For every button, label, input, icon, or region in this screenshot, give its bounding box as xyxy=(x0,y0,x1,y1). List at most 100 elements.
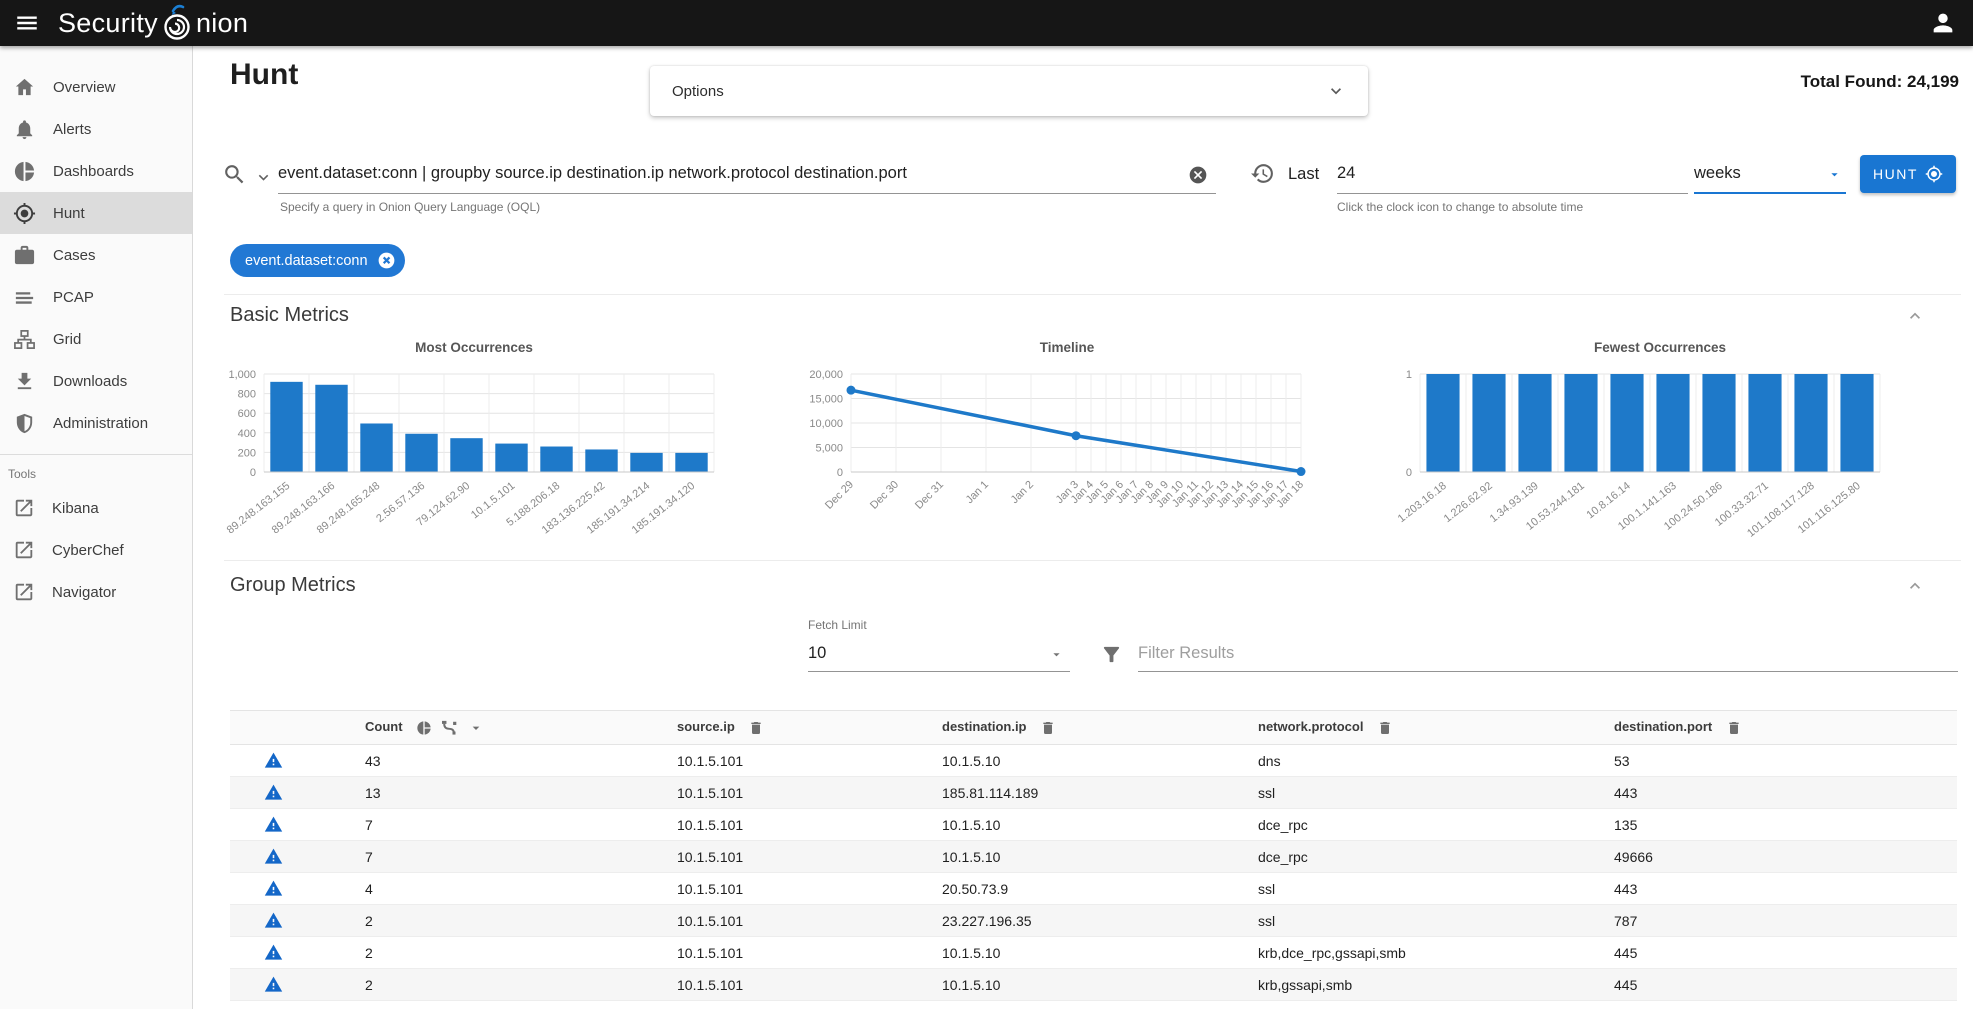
query-input[interactable] xyxy=(278,154,1216,194)
fetch-limit-select[interactable]: 10 xyxy=(808,636,1070,672)
sidebar-item-dashboards[interactable]: Dashboards xyxy=(0,150,192,192)
external-link-icon xyxy=(13,539,35,561)
time-helper-text: Click the clock icon to change to absolu… xyxy=(1337,200,1583,214)
chart-title: Fewest Occurrences xyxy=(1380,340,1940,360)
svg-text:1: 1 xyxy=(1406,369,1412,381)
chart-options-caret-icon[interactable] xyxy=(468,720,484,736)
svg-text:5,000: 5,000 xyxy=(815,443,843,455)
collapse-basic-icon[interactable] xyxy=(1905,306,1925,326)
section-divider xyxy=(224,560,1961,561)
options-panel[interactable]: Options xyxy=(650,66,1368,116)
download-icon xyxy=(13,370,36,393)
svg-text:Jan 2: Jan 2 xyxy=(1009,479,1037,507)
sidebar-item-administration[interactable]: Administration xyxy=(0,402,192,444)
sidebar-item-overview[interactable]: Overview xyxy=(0,66,192,108)
table-row[interactable]: 2 10.1.5.101 23.227.196.35 ssl 787 xyxy=(230,905,1957,937)
sidebar-item-label: Dashboards xyxy=(53,163,134,180)
remove-column-icon[interactable] xyxy=(1726,720,1742,736)
sidebar-item-navigator[interactable]: Navigator xyxy=(0,571,192,613)
cell-network-protocol: dns xyxy=(1258,745,1614,777)
chart-title: Most Occurrences xyxy=(194,340,754,360)
sidebar-item-kibana[interactable]: Kibana xyxy=(0,487,192,529)
list-icon xyxy=(13,286,36,309)
column-header-destination-port: destination.port xyxy=(1614,711,1957,745)
event-warning-icon[interactable] xyxy=(264,975,283,994)
sidebar-item-pcap[interactable]: PCAP xyxy=(0,276,192,318)
sankey-toggle-icon[interactable] xyxy=(441,720,459,736)
clear-query-icon[interactable] xyxy=(1188,165,1208,185)
column-header-network-protocol: network.protocol xyxy=(1258,711,1614,745)
table-row[interactable]: 2 10.1.5.101 10.1.5.10 krb,dce_rpc,gssap… xyxy=(230,937,1957,969)
duration-input[interactable] xyxy=(1337,154,1688,194)
hunt-button[interactable]: HUNT xyxy=(1860,155,1956,193)
options-label: Options xyxy=(672,83,724,100)
svg-text:Dec 29: Dec 29 xyxy=(823,479,856,512)
relative-time-icon[interactable] xyxy=(1250,161,1275,186)
chart-most-occurrences: Most Occurrences 02004006008001,00089.24… xyxy=(194,340,787,558)
fetch-limit-label: Fetch Limit xyxy=(808,618,867,632)
svg-text:1,000: 1,000 xyxy=(228,369,256,381)
time-unit-select[interactable]: weeks xyxy=(1694,154,1846,194)
group-metrics-table: Count source.ip destination.ip ne xyxy=(230,710,1957,1001)
event-warning-icon[interactable] xyxy=(264,943,283,962)
table-row[interactable]: 4 10.1.5.101 20.50.73.9 ssl 443 xyxy=(230,873,1957,905)
remove-column-icon[interactable] xyxy=(1040,720,1056,736)
svg-text:0: 0 xyxy=(1406,467,1412,479)
section-divider xyxy=(224,294,1961,295)
cell-source-ip: 10.1.5.101 xyxy=(677,905,942,937)
sidebar-item-downloads[interactable]: Downloads xyxy=(0,360,192,402)
sidebar-item-grid[interactable]: Grid xyxy=(0,318,192,360)
event-warning-icon[interactable] xyxy=(264,815,283,834)
remove-filter-icon[interactable] xyxy=(376,250,397,271)
event-warning-icon[interactable] xyxy=(264,783,283,802)
pie-chart-toggle-icon[interactable] xyxy=(416,720,432,736)
table-row[interactable]: 43 10.1.5.101 10.1.5.10 dns 53 xyxy=(230,745,1957,777)
sidebar-item-cyberchef[interactable]: CyberChef xyxy=(0,529,192,571)
query-dropdown-icon[interactable] xyxy=(254,168,273,187)
table-row[interactable]: 7 10.1.5.101 10.1.5.10 dce_rpc 135 xyxy=(230,809,1957,841)
svg-text:0: 0 xyxy=(250,467,256,479)
cell-network-protocol: krb,dce_rpc,gssapi,smb xyxy=(1258,937,1614,969)
table-row[interactable]: 13 10.1.5.101 185.81.114.189 ssl 443 xyxy=(230,777,1957,809)
cell-destination-port: 445 xyxy=(1614,969,1957,1001)
svg-text:Dec 30: Dec 30 xyxy=(868,479,901,512)
table-row[interactable]: 2 10.1.5.101 10.1.5.10 krb,gssapi,smb 44… xyxy=(230,969,1957,1001)
cell-count: 2 xyxy=(365,937,677,969)
group-metrics-title: Group Metrics xyxy=(230,574,356,597)
sidebar-item-label: Grid xyxy=(53,331,81,348)
sidebar-item-hunt[interactable]: Hunt xyxy=(0,192,192,234)
chart-fewest-occurrences: Fewest Occurrences 011.203.16.181.226.62… xyxy=(1380,340,1973,558)
column-label: destination.ip xyxy=(942,719,1027,734)
most-occurrences-bar-chart: 02004006008001,00089.248.163.15589.248.1… xyxy=(194,360,787,558)
cell-destination-ip: 20.50.73.9 xyxy=(942,873,1258,905)
filter-chip[interactable]: event.dataset:conn xyxy=(230,244,405,277)
event-warning-icon[interactable] xyxy=(264,847,283,866)
sidebar-item-label: CyberChef xyxy=(52,542,124,559)
menu-icon[interactable] xyxy=(14,10,40,36)
remove-column-icon[interactable] xyxy=(748,720,764,736)
column-label: network.protocol xyxy=(1258,719,1363,734)
crosshair-icon xyxy=(1925,165,1943,183)
logo-text-right: nion xyxy=(196,8,248,39)
search-icon xyxy=(222,162,247,187)
sitemap-icon xyxy=(13,328,36,351)
sidebar-item-cases[interactable]: Cases xyxy=(0,234,192,276)
sidebar-item-alerts[interactable]: Alerts xyxy=(0,108,192,150)
event-warning-icon[interactable] xyxy=(264,911,283,930)
event-warning-icon[interactable] xyxy=(264,879,283,898)
cell-network-protocol: ssl xyxy=(1258,873,1614,905)
svg-text:200: 200 xyxy=(238,447,256,459)
pie-chart-icon xyxy=(13,160,36,183)
event-warning-icon[interactable] xyxy=(264,751,283,770)
remove-column-icon[interactable] xyxy=(1377,720,1393,736)
svg-text:15,000: 15,000 xyxy=(809,394,843,406)
sidebar-item-label: Administration xyxy=(53,415,148,432)
table-row[interactable]: 7 10.1.5.101 10.1.5.10 dce_rpc 49666 xyxy=(230,841,1957,873)
onion-icon xyxy=(159,3,195,43)
basic-metrics-charts: Most Occurrences 02004006008001,00089.24… xyxy=(194,340,1973,558)
user-icon[interactable] xyxy=(1929,9,1957,37)
cell-network-protocol: dce_rpc xyxy=(1258,809,1614,841)
filter-results-input[interactable] xyxy=(1138,636,1958,672)
collapse-group-icon[interactable] xyxy=(1905,576,1925,596)
sidebar-item-label: Overview xyxy=(53,79,116,96)
